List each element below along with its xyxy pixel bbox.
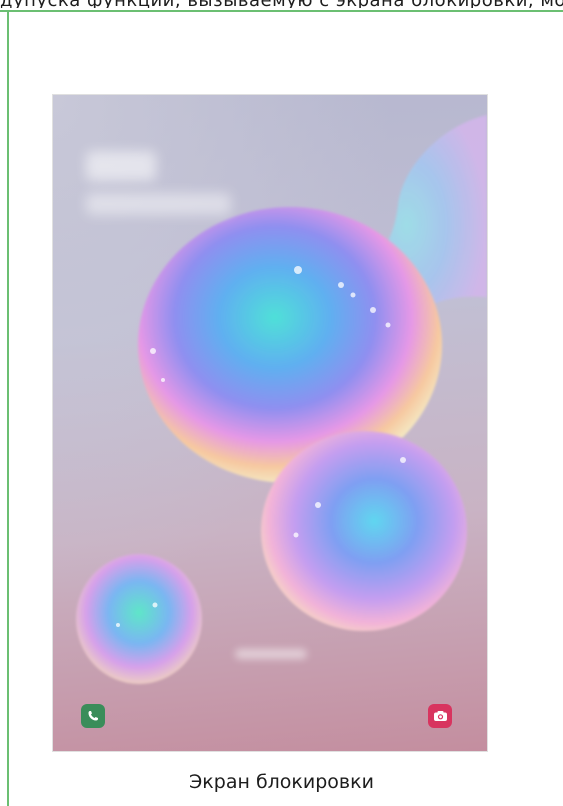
phone-shortcut[interactable] [81,704,105,728]
clock-blurred [86,151,156,181]
date-blurred [86,193,231,215]
camera-icon [433,711,447,721]
camera-shortcut[interactable] [428,704,452,728]
frame-border-left [7,10,9,806]
page: дупуска функции, вызываемую с экрана бло… [0,0,563,806]
phone-icon [88,711,98,721]
frame-border-top [0,10,563,12]
screen-caption: Экран блокировки [189,771,374,793]
clipped-header-text: дупуска функции, вызываемую с экрана бло… [0,0,563,8]
lock-screen[interactable] [53,95,487,751]
unlock-hint-blurred [235,649,307,659]
